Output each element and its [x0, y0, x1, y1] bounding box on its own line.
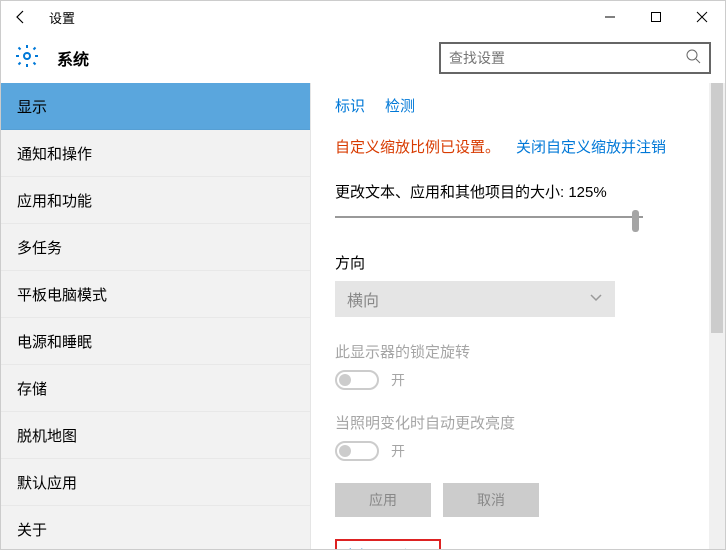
- auto-brightness-label: 当照明变化时自动更改亮度: [335, 412, 701, 433]
- orientation-label: 方向: [335, 252, 701, 273]
- scale-warning-row: 自定义缩放比例已设置。 关闭自定义缩放并注销: [335, 136, 701, 157]
- scrollbar[interactable]: [709, 83, 725, 549]
- titlebar-left: 设置: [9, 5, 75, 29]
- search-input[interactable]: [449, 50, 685, 66]
- sidebar-item-offline-maps[interactable]: 脱机地图: [1, 412, 310, 459]
- button-row: 应用 取消: [335, 483, 701, 517]
- sidebar-item-label: 关于: [17, 519, 47, 540]
- close-button[interactable]: [679, 1, 725, 33]
- scrollbar-thumb[interactable]: [711, 83, 723, 333]
- identify-link[interactable]: 标识: [335, 95, 365, 116]
- maximize-button[interactable]: [633, 1, 679, 33]
- sidebar-item-apps[interactable]: 应用和功能: [1, 177, 310, 224]
- search-box[interactable]: [439, 42, 711, 74]
- advanced-display-settings-link[interactable]: 高级显示设置: [335, 539, 441, 549]
- lock-rotation-row: 开: [335, 370, 701, 390]
- header: 系统: [1, 33, 725, 83]
- sidebar-item-label: 存储: [17, 378, 47, 399]
- sidebar-item-tablet[interactable]: 平板电脑模式: [1, 271, 310, 318]
- sidebar-item-display[interactable]: 显示: [1, 83, 310, 130]
- sidebar-item-label: 脱机地图: [17, 425, 77, 446]
- sidebar-item-multitask[interactable]: 多任务: [1, 224, 310, 271]
- orientation-dropdown[interactable]: 横向: [335, 281, 615, 317]
- sidebar-item-label: 平板电脑模式: [17, 284, 107, 305]
- gear-icon: [15, 44, 39, 73]
- lock-rotation-label: 此显示器的锁定旋转: [335, 341, 701, 362]
- apply-button[interactable]: 应用: [335, 483, 431, 517]
- header-title: 系统: [57, 46, 421, 70]
- search-icon: [685, 48, 701, 69]
- lock-rotation-toggle[interactable]: [335, 370, 379, 390]
- toggle-thumb: [339, 374, 351, 386]
- sidebar-item-power[interactable]: 电源和睡眠: [1, 318, 310, 365]
- sidebar-item-label: 电源和睡眠: [17, 331, 92, 352]
- sidebar-item-label: 默认应用: [17, 472, 77, 493]
- titlebar: 设置: [1, 1, 725, 33]
- sidebar-item-label: 多任务: [17, 237, 62, 258]
- lock-rotation-state: 开: [391, 370, 405, 390]
- slider-line: [335, 216, 643, 218]
- body: 显示 通知和操作 应用和功能 多任务 平板电脑模式 电源和睡眠 存储 脱机地图 …: [1, 83, 725, 549]
- sidebar-item-storage[interactable]: 存储: [1, 365, 310, 412]
- sidebar-item-label: 显示: [17, 96, 47, 117]
- toggle-thumb: [339, 445, 351, 457]
- display-actions: 标识 检测: [335, 95, 701, 116]
- chevron-down-icon: [589, 290, 603, 309]
- custom-scale-warning: 自定义缩放比例已设置。: [335, 136, 500, 157]
- auto-brightness-state: 开: [391, 441, 405, 461]
- auto-brightness-toggle[interactable]: [335, 441, 379, 461]
- window-controls: [587, 1, 725, 33]
- content: 标识 检测 自定义缩放比例已设置。 关闭自定义缩放并注销 更改文本、应用和其他项…: [311, 83, 725, 549]
- sidebar-item-default-apps[interactable]: 默认应用: [1, 459, 310, 506]
- window-title: 设置: [49, 8, 75, 27]
- sidebar-item-about[interactable]: 关于: [1, 506, 310, 549]
- sidebar-item-label: 应用和功能: [17, 190, 92, 211]
- slider-thumb[interactable]: [632, 210, 639, 232]
- text-size-label: 更改文本、应用和其他项目的大小: 125%: [335, 181, 701, 202]
- minimize-button[interactable]: [587, 1, 633, 33]
- cancel-button[interactable]: 取消: [443, 483, 539, 517]
- back-button[interactable]: [9, 5, 33, 29]
- orientation-value: 横向: [347, 287, 379, 311]
- size-slider[interactable]: [335, 210, 643, 224]
- close-custom-scale-link[interactable]: 关闭自定义缩放并注销: [516, 136, 666, 157]
- sidebar-item-notifications[interactable]: 通知和操作: [1, 130, 310, 177]
- auto-brightness-row: 开: [335, 441, 701, 461]
- sidebar: 显示 通知和操作 应用和功能 多任务 平板电脑模式 电源和睡眠 存储 脱机地图 …: [1, 83, 311, 549]
- sidebar-item-label: 通知和操作: [17, 143, 92, 164]
- detect-link[interactable]: 检测: [385, 95, 415, 116]
